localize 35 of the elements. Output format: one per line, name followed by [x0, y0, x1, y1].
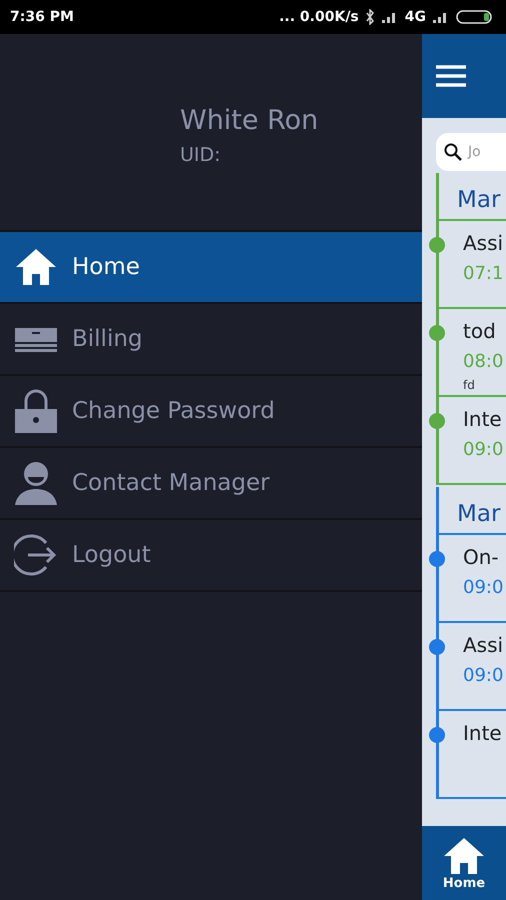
event-title: Assi: [463, 230, 504, 255]
event-title: Inte: [463, 720, 503, 745]
menu-item[interactable]: Change Password: [0, 376, 422, 448]
home-icon: [442, 836, 486, 876]
uid-label: UID:: [180, 144, 222, 166]
menu-item[interactable]: Home: [0, 232, 422, 304]
event-title: Inte: [463, 406, 503, 431]
menu-icon[interactable]: [436, 65, 466, 87]
date-heading: Mar: [456, 500, 502, 529]
home-icon: [14, 247, 58, 287]
person-icon: [14, 461, 58, 505]
search-placeholder: Jo: [468, 144, 481, 160]
event-time: 07:1: [463, 263, 504, 284]
event-note: fd: [463, 378, 476, 392]
status-time: 7:36 PM: [10, 9, 74, 25]
menu-item[interactable]: Contact Manager: [0, 448, 422, 520]
event-time: 09:0: [463, 665, 504, 686]
logout-icon: [14, 533, 58, 577]
nav-tab[interactable]: Home: [422, 826, 506, 900]
search-icon: [444, 143, 462, 161]
lock-icon: [14, 389, 58, 433]
event-time: 09:0: [463, 577, 504, 598]
date-heading: Mar: [456, 186, 502, 215]
nav-label: Home: [442, 876, 486, 890]
event-title: Assi: [463, 632, 504, 657]
network-speed: ... 0.00K/s: [279, 9, 359, 25]
event-time: 09:0: [463, 439, 504, 460]
event-title: tod: [463, 318, 497, 343]
event-title: On-: [463, 544, 500, 569]
user-name: White Ron: [180, 104, 320, 136]
search-field[interactable]: Jo: [436, 133, 506, 171]
menu-item[interactable]: Billing: [0, 304, 422, 376]
network-type: 4G: [404, 9, 426, 25]
bluetooth-icon: [364, 9, 375, 25]
event-time: 08:0: [463, 351, 504, 372]
